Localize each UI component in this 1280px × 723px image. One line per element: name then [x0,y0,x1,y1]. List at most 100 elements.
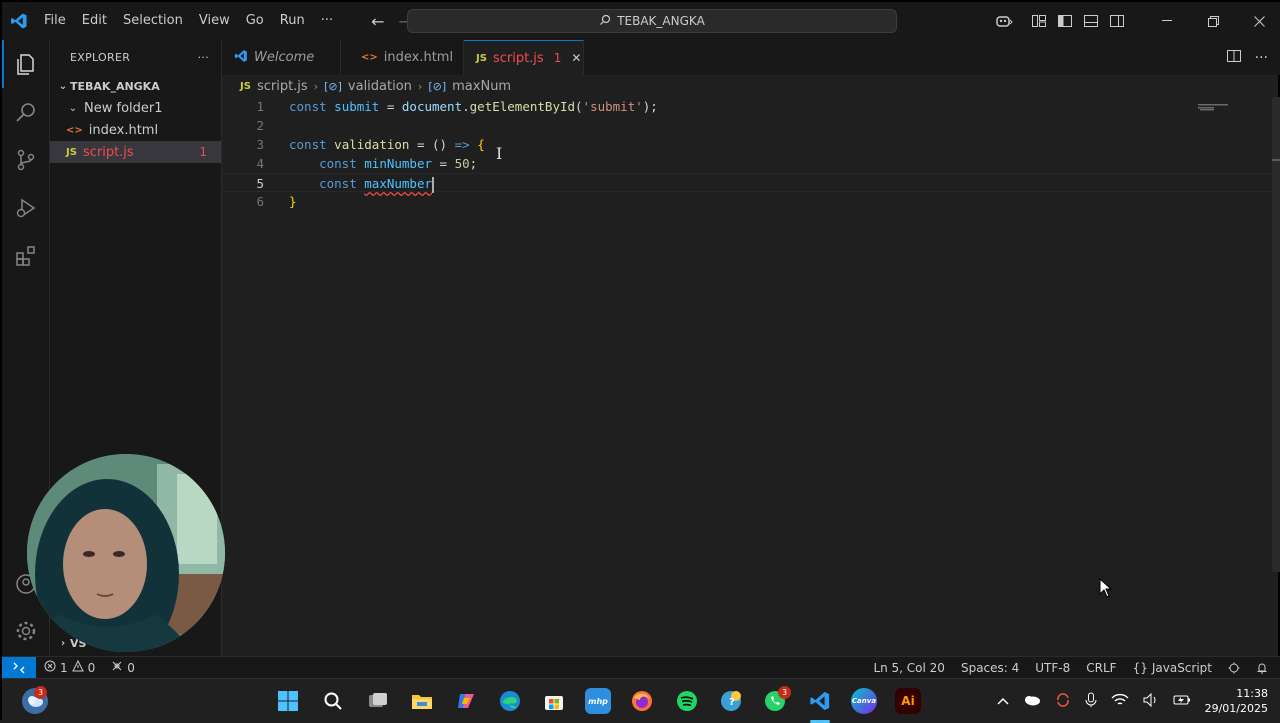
notifications-bell-icon[interactable] [1248,662,1276,674]
toggle-sidebar-icon[interactable] [1052,2,1078,40]
text-cursor [432,176,435,193]
code-token: ( [575,99,583,114]
line-number: 6 [256,194,264,209]
js-icon: JS [240,80,251,92]
system-clock[interactable]: 11:38 29/01/2025 [1205,686,1268,716]
menu-file[interactable]: File [36,2,74,40]
code-text: const maxNumber [289,174,435,193]
code-line[interactable]: 5 const maxNumber [222,173,1272,193]
volume-icon[interactable] [1143,692,1159,710]
explorer-more-button[interactable]: ··· [198,51,209,64]
sync-icon[interactable] [1055,692,1071,711]
toggle-secondary-sidebar-icon[interactable] [1104,2,1130,40]
problem-count-badge: 1 [199,145,207,159]
source-control-icon[interactable] [2,136,50,184]
command-center[interactable]: TEBAK_ANGKA [407,9,897,33]
editor-scrollbar[interactable] [1272,97,1280,572]
code-token: => [454,137,470,152]
wifi-icon[interactable] [1111,693,1129,710]
cursor-position[interactable]: Ln 5, Col 20 [865,661,953,675]
run-debug-icon[interactable] [2,184,50,232]
back-arrow-icon[interactable]: ← [371,12,384,31]
vscode-logo-icon [2,2,36,40]
microsoft-store-icon[interactable] [541,688,567,714]
windows-start-icon[interactable] [275,688,301,714]
code-editor[interactable]: 1 const submit = document.getElementById(… [222,97,1272,656]
menu-more[interactable]: ··· [313,2,341,40]
tree-item-script-js[interactable]: JS script.js 1 [50,141,221,163]
mhp-app-icon[interactable]: mhp [585,688,611,714]
code-text: const minNumber = 50; [289,154,477,173]
breadcrumb-symbol-validation[interactable]: validation [348,79,412,94]
breadcrumb-symbol-maxnum[interactable]: maxNum [452,79,511,94]
remote-indicator-icon[interactable] [2,656,36,679]
code-line[interactable]: 6} [222,192,1272,211]
battery-icon[interactable] [1173,694,1191,709]
variable-icon: [⊘] [428,79,447,93]
edge-browser-icon[interactable] [497,688,523,714]
end-of-line[interactable]: CRLF [1078,661,1124,675]
tree-item-new-folder[interactable]: ⌄ New folder1 [50,97,221,119]
breadcrumb-file[interactable]: script.js [257,79,308,94]
menu-go[interactable]: Go [238,2,272,40]
split-editor-icon[interactable] [1226,49,1241,66]
code-line[interactable]: 3 const validation = () => { [222,135,1272,154]
svg-text:?: ? [729,697,735,708]
language-mode[interactable]: {} JavaScript [1125,661,1220,675]
vscode-taskbar-icon[interactable] [806,688,834,714]
minimap[interactable] [1198,97,1232,111]
firefox-icon[interactable] [629,688,655,714]
chevron-up-icon[interactable] [997,694,1009,708]
explorer-icon[interactable] [2,40,50,88]
search-icon[interactable] [2,88,50,136]
spotify-icon[interactable] [674,688,700,714]
system-tray: 11:38 29/01/2025 [997,679,1268,723]
menu-selection[interactable]: Selection [115,2,191,40]
menu-run[interactable]: Run [272,2,313,40]
canva-icon[interactable]: Canva [851,688,877,714]
workspace-folder[interactable]: ⌄ TEBAK_ANGKA [50,75,221,97]
problems-indicator[interactable]: 1 0 [36,659,103,675]
tree-item-index-html[interactable]: <> index.html [50,119,221,141]
code-token: const [319,156,357,171]
file-explorer-icon[interactable] [409,688,435,714]
indentation[interactable]: Spaces: 4 [953,661,1027,675]
code-line[interactable]: 1 const submit = document.getElementById(… [222,97,1272,116]
ports-indicator[interactable]: 0 [103,660,143,675]
tab-script-js[interactable]: JS script.js 1 ✕ [464,40,584,75]
warning-count: 0 [87,660,96,675]
encoding[interactable]: UTF-8 [1027,661,1078,675]
copilot-app-icon[interactable] [453,688,479,714]
workspace-folder-label: TEBAK_ANGKA [70,79,160,93]
toggle-panel-icon[interactable] [1078,2,1104,40]
close-tab-icon[interactable]: ✕ [571,51,581,65]
clock-time: 11:38 [1236,687,1268,700]
code-token: const [319,176,357,191]
copilot-icon[interactable] [982,2,1026,40]
more-actions-icon[interactable]: ··· [1255,50,1268,66]
menu-view[interactable]: View [191,2,238,40]
restore-icon[interactable] [1190,2,1236,40]
python-help-icon[interactable]: ? [718,688,744,714]
code-token: { [477,137,485,152]
code-token: = [432,156,455,171]
illustrator-icon[interactable]: Ai [895,688,921,714]
onedrive-icon[interactable] [1023,694,1041,709]
code-line[interactable]: 2 [222,116,1272,135]
tab-problem-count: 1 [553,51,562,65]
menu-edit[interactable]: Edit [74,2,115,40]
tab-welcome[interactable]: Welcome [222,40,341,75]
taskbar-search-icon[interactable] [320,688,346,714]
chevron-right-icon: › [417,79,423,93]
manage-gear-icon[interactable] [2,607,50,655]
tab-index-html[interactable]: <> index.html [341,40,464,75]
extensions-icon[interactable] [2,232,50,280]
close-window-icon[interactable] [1236,2,1280,40]
code-line[interactable]: 4 const minNumber = 50; [222,154,1272,173]
task-view-icon[interactable] [365,688,391,714]
feedback-icon[interactable] [1220,662,1248,674]
microphone-icon[interactable] [1085,692,1097,711]
tree-item-label: index.html [88,122,159,138]
minimize-icon[interactable] [1144,2,1190,40]
layout-customize-icon[interactable] [1026,2,1052,40]
